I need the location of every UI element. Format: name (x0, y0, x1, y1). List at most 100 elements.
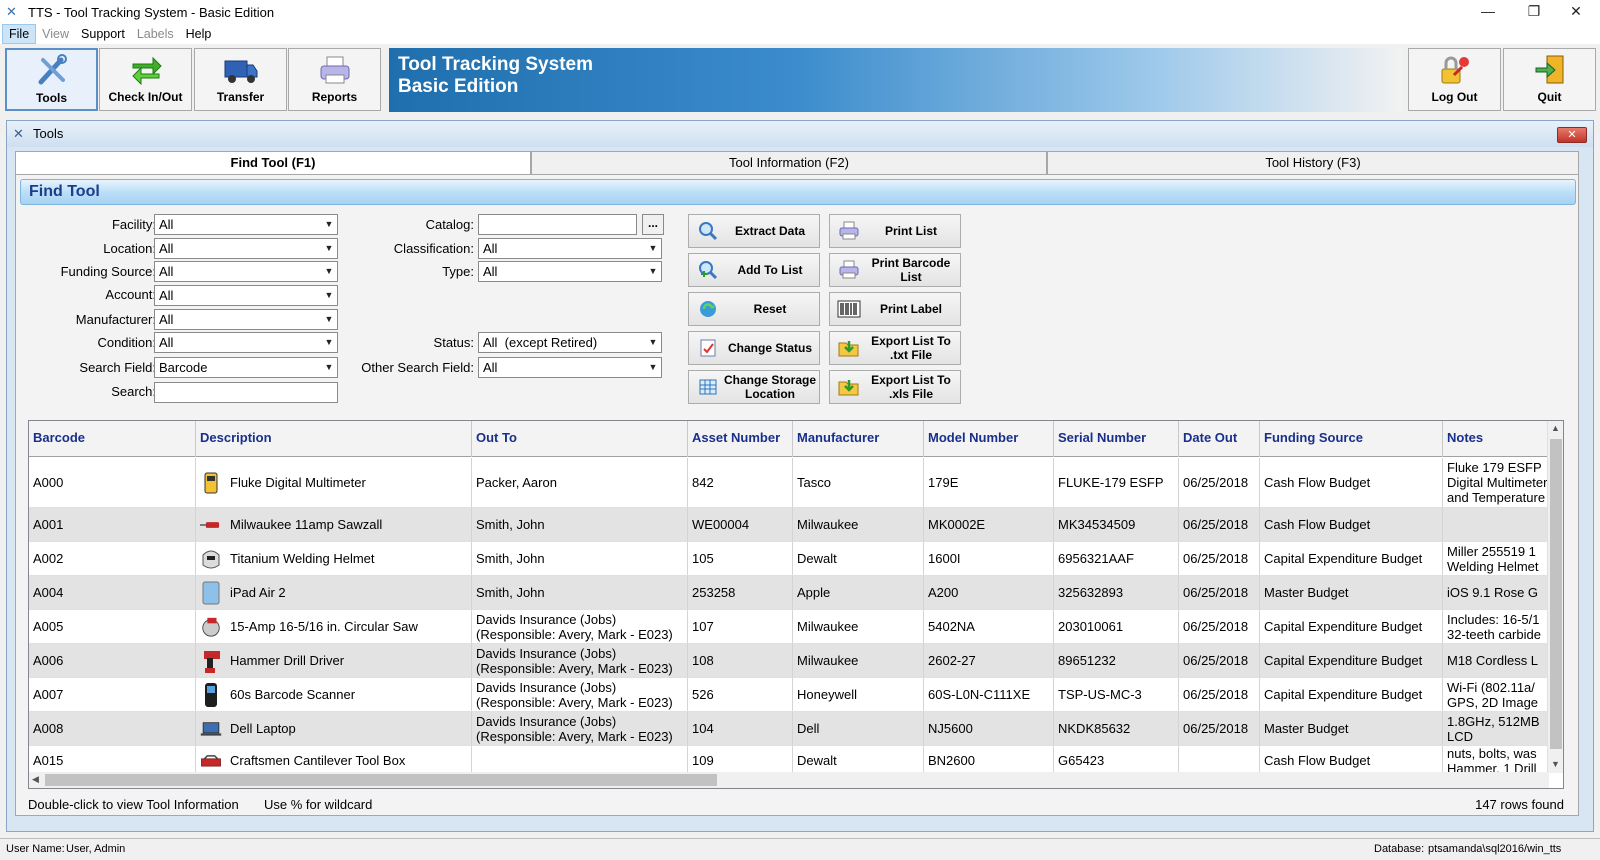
change-storage-location-button[interactable]: Change Storage Location (688, 370, 820, 404)
banner-edition: Basic Edition (398, 76, 519, 97)
facility-select[interactable]: All ▼ (154, 214, 338, 235)
print-list-button[interactable]: Print List (829, 214, 961, 248)
account-select[interactable]: All ▼ (154, 285, 338, 306)
condition-select[interactable]: All ▼ (154, 332, 338, 353)
quit-button[interactable]: Quit (1503, 48, 1596, 111)
print-label-button[interactable]: Print Label (829, 292, 961, 326)
table-row[interactable]: A006 Hammer Drill Driver Davids Insurance … (29, 644, 1549, 678)
logout-button[interactable]: Log Out (1408, 48, 1501, 111)
checkinout-button[interactable]: Check In/Out (99, 48, 192, 111)
toolbar: Tools Check In/Out Transfer Reports Tool… (0, 45, 1600, 115)
cell-text: Milwaukee (797, 517, 859, 532)
cell-funding: Capital Expenditure Budget (1260, 610, 1443, 643)
table-row[interactable]: A000 Fluke Digital Multimeter Packer, Aaro… (29, 458, 1549, 508)
catalog-input[interactable] (478, 214, 637, 235)
other-search-field-select[interactable]: All ▼ (478, 357, 662, 378)
menu-file[interactable]: File (2, 24, 37, 44)
cell-text: A006 (33, 653, 64, 668)
cell-notes (1443, 508, 1549, 541)
col-model-number[interactable]: Model Number (924, 421, 1054, 457)
cell-out-to: Smith, John (472, 542, 688, 575)
export-txt-button[interactable]: Export List To .txt File (829, 331, 961, 365)
col-manufacturer[interactable]: Manufacturer (793, 421, 924, 457)
vertical-scroll-thumb[interactable] (1550, 439, 1562, 749)
col-funding-source[interactable]: Funding Source (1260, 421, 1443, 457)
type-label: Type: (442, 264, 474, 279)
tools-window-close-button[interactable]: ✕ (1557, 127, 1587, 143)
cell-text: 1.8GHz, 512MB LCD (1447, 713, 1540, 744)
database-label: Database: (1374, 843, 1425, 855)
table-row[interactable]: A004 iPad Air 2 Smith, John 253258 Apple A200… (29, 576, 1549, 610)
cell-text: A005 (33, 619, 64, 634)
folder-export-icon (836, 336, 862, 360)
col-out-to[interactable]: Out To (472, 421, 688, 457)
tools-button[interactable]: Tools (5, 48, 98, 111)
col-date-out[interactable]: Date Out (1179, 421, 1260, 457)
tab-find-tool[interactable]: Find Tool (F1) (15, 151, 531, 176)
cell-date-out: 06/25/2018 (1179, 458, 1260, 507)
cell-text: 60s Barcode Scanner (230, 687, 356, 702)
cell-model: 60S-L0N-C111XE (924, 678, 1054, 711)
print-barcode-list-button[interactable]: Print Barcode List (829, 253, 961, 287)
table-row[interactable]: A008 Dell Laptop Davids Insurance (Jobs) (… (29, 712, 1549, 746)
maximize-button[interactable]: ❐ (1511, 0, 1557, 24)
classification-select[interactable]: All ▼ (478, 238, 662, 259)
col-description[interactable]: Description (196, 421, 472, 457)
cell-asset: 253258 (688, 576, 793, 609)
horizontal-scroll-thumb[interactable] (45, 774, 717, 786)
menu-support[interactable]: Support (75, 24, 131, 44)
menu-labels[interactable]: Labels (131, 24, 180, 44)
change-status-button[interactable]: Change Status (688, 331, 820, 365)
cell-text: Cash Flow Budget (1264, 517, 1371, 532)
cell-asset: 526 (688, 678, 793, 711)
scroll-up-icon[interactable]: ▲ (1551, 423, 1560, 433)
cell-manufacturer: Tasco (793, 458, 924, 507)
vertical-scrollbar[interactable]: ▲ ▼ (1547, 421, 1563, 773)
reset-button[interactable]: Reset (688, 292, 820, 326)
barcode-icon (836, 297, 862, 321)
tab-tool-information[interactable]: Tool Information (F2) (531, 151, 1047, 175)
manufacturer-select[interactable]: All ▼ (154, 309, 338, 330)
cell-text: Master Budget (1264, 721, 1349, 736)
condition-label: Condition: (97, 335, 156, 350)
col-notes[interactable]: Notes (1443, 421, 1549, 457)
status-select[interactable]: All (except Retired) ▼ (478, 332, 662, 353)
scroll-down-icon[interactable]: ▼ (1551, 759, 1560, 769)
col-serial-number[interactable]: Serial Number (1054, 421, 1179, 457)
menu-help[interactable]: Help (180, 24, 218, 44)
close-button[interactable]: ✕ (1553, 0, 1599, 24)
search-field-select[interactable]: Barcode ▼ (154, 357, 338, 378)
horizontal-scrollbar[interactable]: ◀ (29, 772, 1549, 788)
table-row[interactable]: A007 60s Barcode Scanner Davids Insurance … (29, 678, 1549, 712)
scroll-left-icon[interactable]: ◀ (32, 774, 39, 785)
toolbox-icon (200, 749, 222, 773)
tools-grid[interactable]: Barcode Description Out To Asset Number … (28, 420, 1564, 789)
search-input[interactable] (154, 382, 338, 403)
chevron-down-icon: ▼ (648, 362, 658, 372)
col-barcode[interactable]: Barcode (29, 421, 196, 457)
printer-icon (836, 258, 862, 282)
table-row[interactable]: A005 15-Amp 16-5/16 in. Circular Saw David… (29, 610, 1549, 644)
minimize-button[interactable]: — (1465, 0, 1511, 24)
transfer-button[interactable]: Transfer (194, 48, 287, 111)
cell-text: 06/25/2018 (1183, 721, 1249, 736)
cell-text: Smith, John (476, 517, 545, 532)
tab-tool-history[interactable]: Tool History (F3) (1047, 151, 1579, 175)
cell-text: 107 (692, 619, 714, 634)
type-select[interactable]: All ▼ (478, 261, 662, 282)
funding-source-select[interactable]: All ▼ (154, 261, 338, 282)
location-select[interactable]: All ▼ (154, 238, 338, 259)
cell-text: 105 (692, 551, 714, 566)
table-row[interactable]: A001 Milwaukee 11amp Sawzall Smith, John WE… (29, 508, 1549, 542)
cell-text: Craftsmen Cantilever Tool Box (230, 753, 406, 768)
reports-button[interactable]: Reports (288, 48, 381, 111)
add-to-list-button[interactable]: Add To List (688, 253, 820, 287)
cell-text: 5402NA (928, 619, 975, 634)
catalog-browse-button[interactable]: ... (642, 214, 664, 235)
export-xls-button[interactable]: Export List To .xls File (829, 370, 961, 404)
laptop-icon (200, 717, 222, 741)
menu-view[interactable]: View (36, 24, 75, 44)
col-asset-number[interactable]: Asset Number (688, 421, 793, 457)
table-row[interactable]: A002 Titanium Welding Helmet Smith, John 10… (29, 542, 1549, 576)
extract-data-button[interactable]: Extract Data (688, 214, 820, 248)
